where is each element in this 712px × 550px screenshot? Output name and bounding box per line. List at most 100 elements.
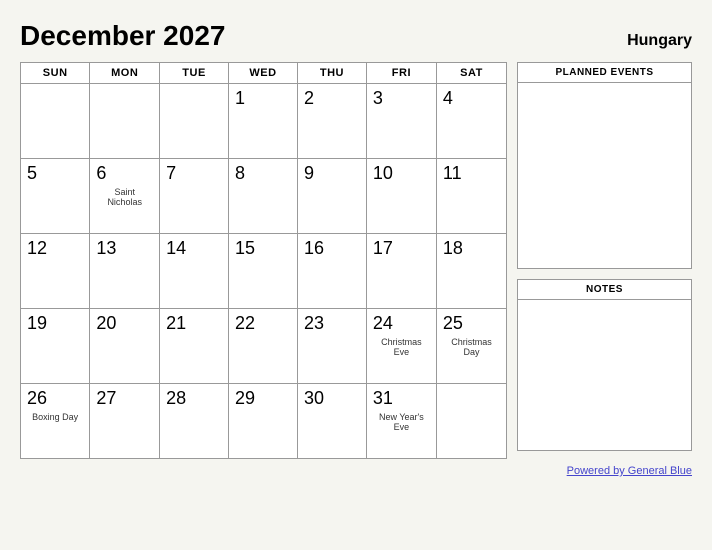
powered-by-link[interactable]: Powered by General Blue [567,465,692,477]
day-number: 23 [304,313,360,335]
day-number: 19 [27,313,83,335]
header-sat: SAT [436,63,506,84]
day-number: 30 [304,388,360,410]
table-row [21,84,90,159]
day-number: 12 [27,238,83,260]
day-number: 31 [373,388,430,410]
day-number: 18 [443,238,500,260]
table-row: 1 [229,84,298,159]
table-row: 19 [21,309,90,384]
table-row: 21 [160,309,229,384]
calendar-area: SUN MON TUE WED THU FRI SAT 123456Saint … [20,62,507,459]
day-number: 11 [443,163,500,185]
table-row: 9 [297,159,366,234]
table-row: 25Christmas Day [436,309,506,384]
header-sun: SUN [21,63,90,84]
table-row: 4 [436,84,506,159]
table-row: 14 [160,234,229,309]
day-number: 10 [373,163,430,185]
table-row: 16 [297,234,366,309]
header-thu: THU [297,63,366,84]
table-row: 30 [297,384,366,459]
table-row: 26 Boxing Day [21,384,90,459]
calendar-page: December 2027 Hungary SUN MON TUE WED TH… [0,0,712,550]
day-number: 5 [27,163,83,185]
planned-events-box: PLANNED EVENTS [517,62,692,269]
day-event: New Year's Eve [373,412,430,434]
day-number: 25 [443,313,500,335]
table-row: 18 [436,234,506,309]
table-row: 22 [229,309,298,384]
table-row [160,84,229,159]
calendar-week-row: 12 13 14 15 16 17 18 [21,234,507,309]
day-number: 2 [304,88,360,110]
day-number: 21 [166,313,222,335]
day-number: 24 [373,313,430,335]
table-row: 13 [90,234,160,309]
calendar-week-row: 26 Boxing Day 27 28 29 30 31New Year's Eve [21,384,507,459]
day-number: 16 [304,238,360,260]
table-row: 5 [21,159,90,234]
day-event: Saint Nicholas [96,187,153,209]
table-row [90,84,160,159]
day-number: 17 [373,238,430,260]
table-row: 15 [229,234,298,309]
day-number: 27 [96,388,153,410]
notes-box: NOTES [517,279,692,451]
country-name: Hungary [627,32,692,50]
table-row: 6Saint Nicholas [90,159,160,234]
calendar-week-row: 192021222324Christmas Eve25Christmas Day [21,309,507,384]
table-row: 11 [436,159,506,234]
table-row: 2 [297,84,366,159]
table-row: 20 [90,309,160,384]
main-content: SUN MON TUE WED THU FRI SAT 123456Saint … [20,62,692,459]
table-row: 10 [366,159,436,234]
table-row: 23 [297,309,366,384]
header-tue: TUE [160,63,229,84]
calendar-body: 123456Saint Nicholas78910111213141516171… [21,84,507,459]
day-number: 4 [443,88,500,110]
table-row: 12 [21,234,90,309]
planned-events-body [518,83,691,268]
month-title: December 2027 [20,20,225,52]
table-row: 7 [160,159,229,234]
day-number: 26 [27,388,83,410]
table-row: 24Christmas Eve [366,309,436,384]
table-row: 3 [366,84,436,159]
day-number: 22 [235,313,291,335]
footer: Powered by General Blue [20,465,692,477]
table-row: 28 [160,384,229,459]
table-row: 31New Year's Eve [366,384,436,459]
day-number: 3 [373,88,430,110]
day-number: 7 [166,163,222,185]
day-number: 14 [166,238,222,260]
notes-body [518,300,691,450]
header-mon: MON [90,63,160,84]
header: December 2027 Hungary [20,20,692,52]
header-fri: FRI [366,63,436,84]
header-wed: WED [229,63,298,84]
table-row: 17 [366,234,436,309]
table-row: 8 [229,159,298,234]
day-event: Christmas Day [443,337,500,359]
day-number: 9 [304,163,360,185]
planned-events-title: PLANNED EVENTS [518,63,691,83]
weekday-header-row: SUN MON TUE WED THU FRI SAT [21,63,507,84]
day-number: 15 [235,238,291,260]
day-event: Christmas Eve [373,337,430,359]
calendar-week-row: 1234 [21,84,507,159]
day-number: 6 [96,163,153,185]
sidebar: PLANNED EVENTS NOTES [517,62,692,459]
day-number: 8 [235,163,291,185]
table-row: 29 [229,384,298,459]
table-row: 27 [90,384,160,459]
day-number: 20 [96,313,153,335]
day-number: 28 [166,388,222,410]
day-event: Boxing Day [27,412,83,423]
table-row [436,384,506,459]
calendar-table: SUN MON TUE WED THU FRI SAT 123456Saint … [20,62,507,459]
day-number: 1 [235,88,291,110]
notes-title: NOTES [518,280,691,300]
calendar-week-row: 56Saint Nicholas7891011 [21,159,507,234]
day-number: 29 [235,388,291,410]
